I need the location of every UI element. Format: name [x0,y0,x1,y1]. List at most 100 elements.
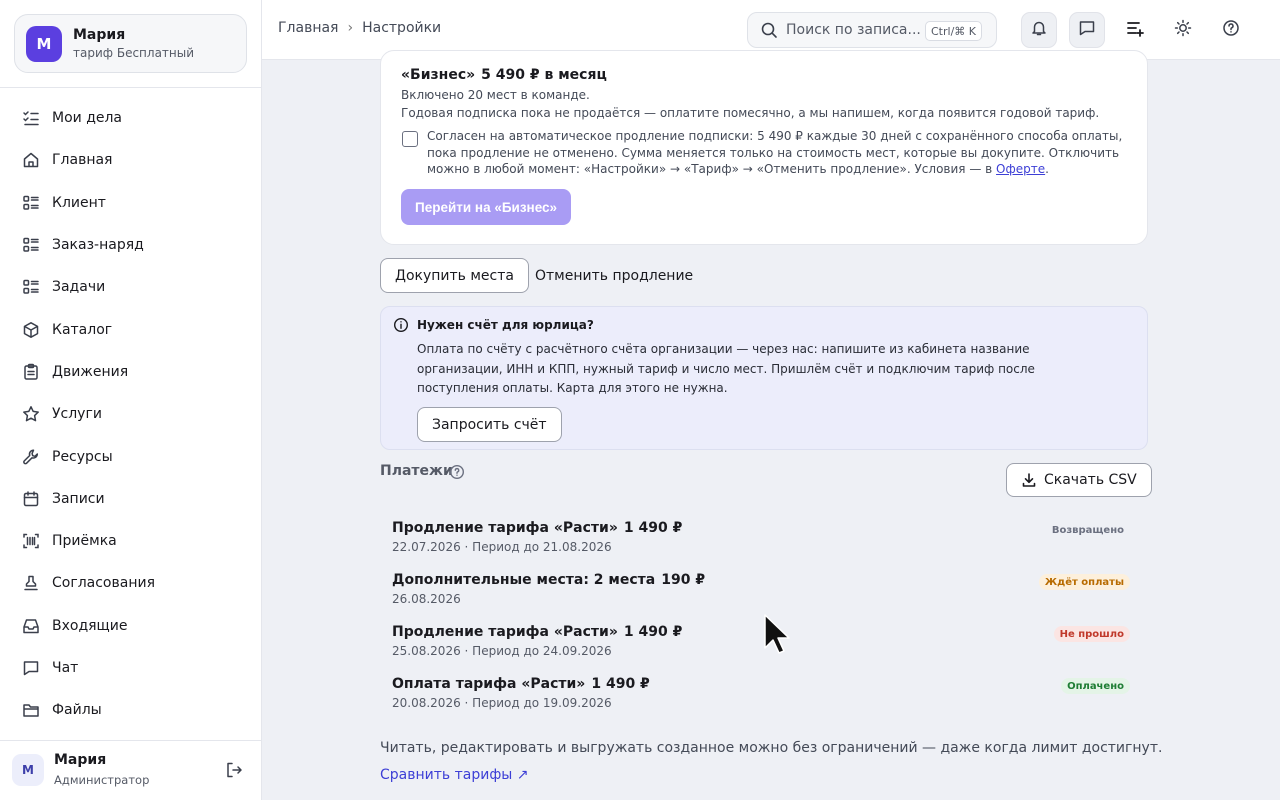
sidebar-item-inbox[interactable]: Входящие [0,605,262,647]
list-icon [22,194,40,212]
task-list-button[interactable] [1117,12,1153,48]
sidebar-item-label: Услуги [52,406,102,423]
request-invoice-button[interactable]: Запросить счёт [417,407,562,442]
sidebar-item-label: Согласования [52,575,155,592]
mouse-cursor-icon [764,614,790,654]
limits-footnote: Читать, редактировать и выгружать создан… [380,740,1163,756]
sidebar-divider [0,740,262,741]
sidebar-item-resources[interactable]: Ресурсы [0,435,262,477]
cancel-renewal-button[interactable]: Отменить продление [535,268,693,284]
notice-title: Нужен счёт для юрлица? [417,318,594,332]
sidebar-item-label: Приёмка [52,533,117,550]
notifications-button[interactable] [1021,12,1057,48]
payment-title: Продление тарифа «Расти» [392,624,618,640]
sidebar-item-my-tasks[interactable]: Мои дела [0,97,262,139]
payment-row[interactable]: Продление тарифа «Расти» 1 490 ₽ 22.07.20… [392,520,1136,560]
sidebar-item-tasks[interactable]: Задачи [0,266,262,308]
auto-renew-checkbox[interactable] [402,131,418,147]
logout-icon[interactable] [224,760,244,780]
checklist-icon [22,109,40,127]
account-avatar: М [26,26,62,62]
sidebar-item-label: Клиент [52,194,106,211]
download-icon [1021,472,1037,488]
inbox-icon [22,617,40,635]
scan-icon [22,532,40,550]
breadcrumb-home[interactable]: Главная [278,20,338,36]
payment-title: Оплата тарифа «Расти» [392,676,586,692]
list-icon [22,278,40,296]
sidebar-nav: Мои дела Главная Клиент Заказ-наряд Зада… [0,97,262,731]
sidebar-item-label: Главная [52,152,113,169]
payment-title: Дополнительные места: 2 места [392,572,656,588]
sidebar-item-work-order[interactable]: Заказ-наряд [0,224,262,266]
sidebar-item-intake[interactable]: Приёмка [0,520,262,562]
search-shortcut: Ctrl/⌘ K [925,21,982,41]
avatar: М [12,754,44,786]
plan-price: 5 490 ₽ в месяц [481,67,607,83]
sidebar-item-label: Заказ-наряд [52,237,144,254]
stamp-icon [22,574,40,592]
clipboard-icon [22,363,40,381]
sidebar-item-label: Чат [52,660,79,676]
payment-date: 20.08.2026 [392,696,461,710]
sidebar-item-label: Ресурсы [52,448,113,465]
user-name: Мария [54,752,107,768]
sidebar-item-chat[interactable]: Чат [0,647,262,689]
bell-icon [1030,19,1048,41]
sidebar-item-label: Записи [52,490,105,507]
payment-period: · Период до 19.09.2026 [464,696,612,710]
business-plan-card: «Бизнес» 5 490 ₽ в месяц Включено 20 мест… [380,50,1148,245]
consent-end: . [1045,162,1049,177]
payment-date: 22.07.2026 [392,540,461,554]
sidebar-item-catalog[interactable]: Каталог [0,308,262,350]
buy-seats-button[interactable]: Докупить места [380,258,529,293]
plan-annual-note: Годовая подписка пока не продаётся — опл… [401,106,1100,120]
payment-title: Продление тарифа «Расти» [392,520,618,536]
search-icon [760,21,778,39]
breadcrumb-settings: Настройки [362,20,442,36]
offer-link[interactable]: Оферте [996,162,1045,176]
payment-period: · Период до 21.08.2026 [464,540,612,554]
payment-row[interactable]: Оплата тарифа «Расти» 1 490 ₽ 20.08.2026 … [392,676,1136,716]
sidebar-item-movements[interactable]: Движения [0,351,262,393]
sidebar-item-label: Движения [52,363,129,380]
plan-title: «Бизнес» 5 490 ₽ в месяц [401,67,607,83]
account-plan: тариф Бесплатный [73,46,195,60]
list-add-icon [1125,18,1145,42]
payment-period: · Период до 24.09.2026 [464,644,612,658]
payment-amount: 190 ₽ [661,572,706,588]
status-badge: Не прошло [1053,626,1130,642]
sidebar-item-files[interactable]: Файлы [0,689,262,731]
download-csv-button[interactable]: Скачать CSV [1006,463,1152,497]
sidebar-item-records[interactable]: Записи [0,478,262,520]
sidebar-item-approvals[interactable]: Согласования [0,562,262,604]
sidebar-item-client[interactable]: Клиент [0,182,262,224]
invoice-notice: Нужен счёт для юрлица? Оплата по счёту с… [380,306,1148,450]
messages-button[interactable] [1069,12,1105,48]
chat-icon [22,659,40,677]
sidebar-divider [0,87,262,88]
help-button[interactable] [1213,12,1249,48]
payment-amount: 1 490 ₽ [623,624,683,640]
sidebar-item-services[interactable]: Услуги [0,393,262,435]
plan-name: «Бизнес» [401,67,476,83]
payment-date: 26.08.2026 [392,592,461,606]
sidebar-item-home[interactable]: Главная [0,139,262,181]
sidebar: М Мария тариф Бесплатный Мои дела Главна… [0,0,262,800]
search-placeholder: Поиск по записа... [786,22,921,38]
help-icon[interactable] [449,464,465,480]
plan-seats-text: Включено 20 мест в команде. [401,88,590,102]
info-icon [393,317,409,333]
account-switcher[interactable]: М Мария тариф Бесплатный [14,14,247,73]
compare-plans-link[interactable]: Сравнить тарифы ↗ [380,767,529,783]
account-name: Мария [73,27,126,43]
wrench-icon [22,448,40,466]
theme-toggle[interactable] [1165,12,1201,48]
home-icon [22,151,40,169]
search-input[interactable]: Поиск по записа... Ctrl/⌘ K [747,12,997,48]
upgrade-business-button[interactable]: Перейти на «Бизнес» [401,189,572,225]
payment-row[interactable]: Дополнительные места: 2 места 190 ₽ 26.08… [392,572,1136,612]
status-badge: Оплачено [1061,678,1130,694]
payment-date: 25.08.2026 [392,644,461,658]
chevron-right-icon: › [347,20,354,36]
